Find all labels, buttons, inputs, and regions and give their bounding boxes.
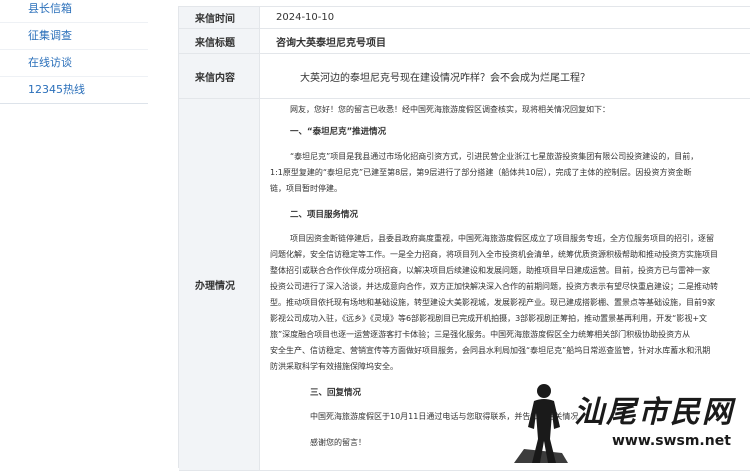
- sidebar-item-survey[interactable]: 征集调查: [0, 23, 148, 50]
- reply-section1-line: 1:1原型复建的“泰坦尼克”已建至第8层，第9层进行了部分搭建（船体共10层），…: [270, 168, 692, 177]
- reply-greeting: 网友，您好！您的留言已收悉！经中国死海旅游度假区调查核实，现将相关情况回复如下：: [290, 105, 610, 114]
- silhouette-icon: [514, 384, 568, 463]
- reply-section2-line: 投资公司进行了深入洽谈，并达成意向合作，双方正加快解决深入合作的前期问题，投资方…: [270, 282, 718, 291]
- reply-section1-line: 链，项目暂时停建。: [270, 184, 342, 193]
- letter-content-row: 来信内容 大英河边的泰坦尼克号现在建设情况咋样？会不会成为烂尾工程？: [179, 54, 750, 99]
- reply-closing: 感谢您的留言！: [310, 438, 366, 447]
- reply-section2-line: 防洪采取科学有效措施保障坞安全。: [270, 362, 398, 371]
- site-watermark: 汕尾市民网 www.swsm.net: [504, 379, 744, 465]
- letter-reply-label: 办理情况: [179, 99, 260, 470]
- reply-section2-line: 安全生产、信访稳定、营销宣传等方面做好项目服务，会同县水利局加强“泰坦尼克”船坞…: [270, 346, 711, 355]
- letter-time-row: 来信时间 2024-10-10: [179, 7, 750, 29]
- reply-section2-heading: 二、项目服务情况: [290, 210, 359, 220]
- reply-section2-line: 问题化解，安全信访稳定等工作。一是全力招商，将项目列入全市投资机会清单，统筹优质…: [270, 250, 718, 259]
- reply-section1-line: “泰坦尼克”项目是我县通过市场化招商引资方式，引进民营企业浙江七星旅游投资集团有…: [290, 152, 699, 161]
- reply-section2-line: 项目因资金断链停建后，县委县政府高度重视，中国死海旅游度假区成立了项目服务专班，…: [290, 234, 714, 243]
- letter-title-label: 来信标题: [179, 29, 260, 53]
- letter-time-value: 2024-10-10: [276, 12, 335, 23]
- watermark-url: www.swsm.net: [612, 433, 731, 449]
- watermark-title: 汕尾市民网: [574, 395, 734, 430]
- reply-section2-line: 型。推动项目依托现有场地和基础设施，转型建设大美影视城，发展影视产业。现已建成搭…: [270, 298, 716, 307]
- reply-section3-heading: 三、回复情况: [310, 388, 362, 398]
- sidebar-item-12345-hotline[interactable]: 12345热线: [0, 77, 148, 104]
- reply-section2-line: 影视公司成功入驻，《远乡》《灵境》等6部影视剧目已完成开机拍摄，3部影视剧正筹拍…: [270, 314, 708, 323]
- letter-content-label: 来信内容: [179, 54, 260, 98]
- reply-section2-line: 旅”深度融合项目也逐一运营逐游客打卡体验；三是强化服务。中国死海旅游度假区全力统…: [270, 330, 691, 339]
- letter-title-value: 咨询大英泰坦尼克号项目: [276, 37, 386, 49]
- letter-title-row: 来信标题 咨询大英泰坦尼克号项目: [179, 29, 750, 54]
- sidebar-item-county-mailbox[interactable]: 县长信箱: [0, 0, 148, 23]
- sidebar-item-online-interview[interactable]: 在线访谈: [0, 50, 148, 77]
- reply-section2-line: 整体招引或联合合作伙伴成分项招商，以解决项目后续建设和发展问题，助推项目早日建成…: [270, 266, 710, 275]
- reply-section1-heading: 一、“泰坦尼克”推进情况: [290, 127, 387, 137]
- letter-content-value: 大英河边的泰坦尼克号现在建设情况咋样？会不会成为烂尾工程？: [300, 72, 590, 84]
- letter-time-label: 来信时间: [179, 7, 260, 28]
- sidebar-nav: 县长信箱 征集调查 在线访谈 12345热线: [0, 0, 148, 467]
